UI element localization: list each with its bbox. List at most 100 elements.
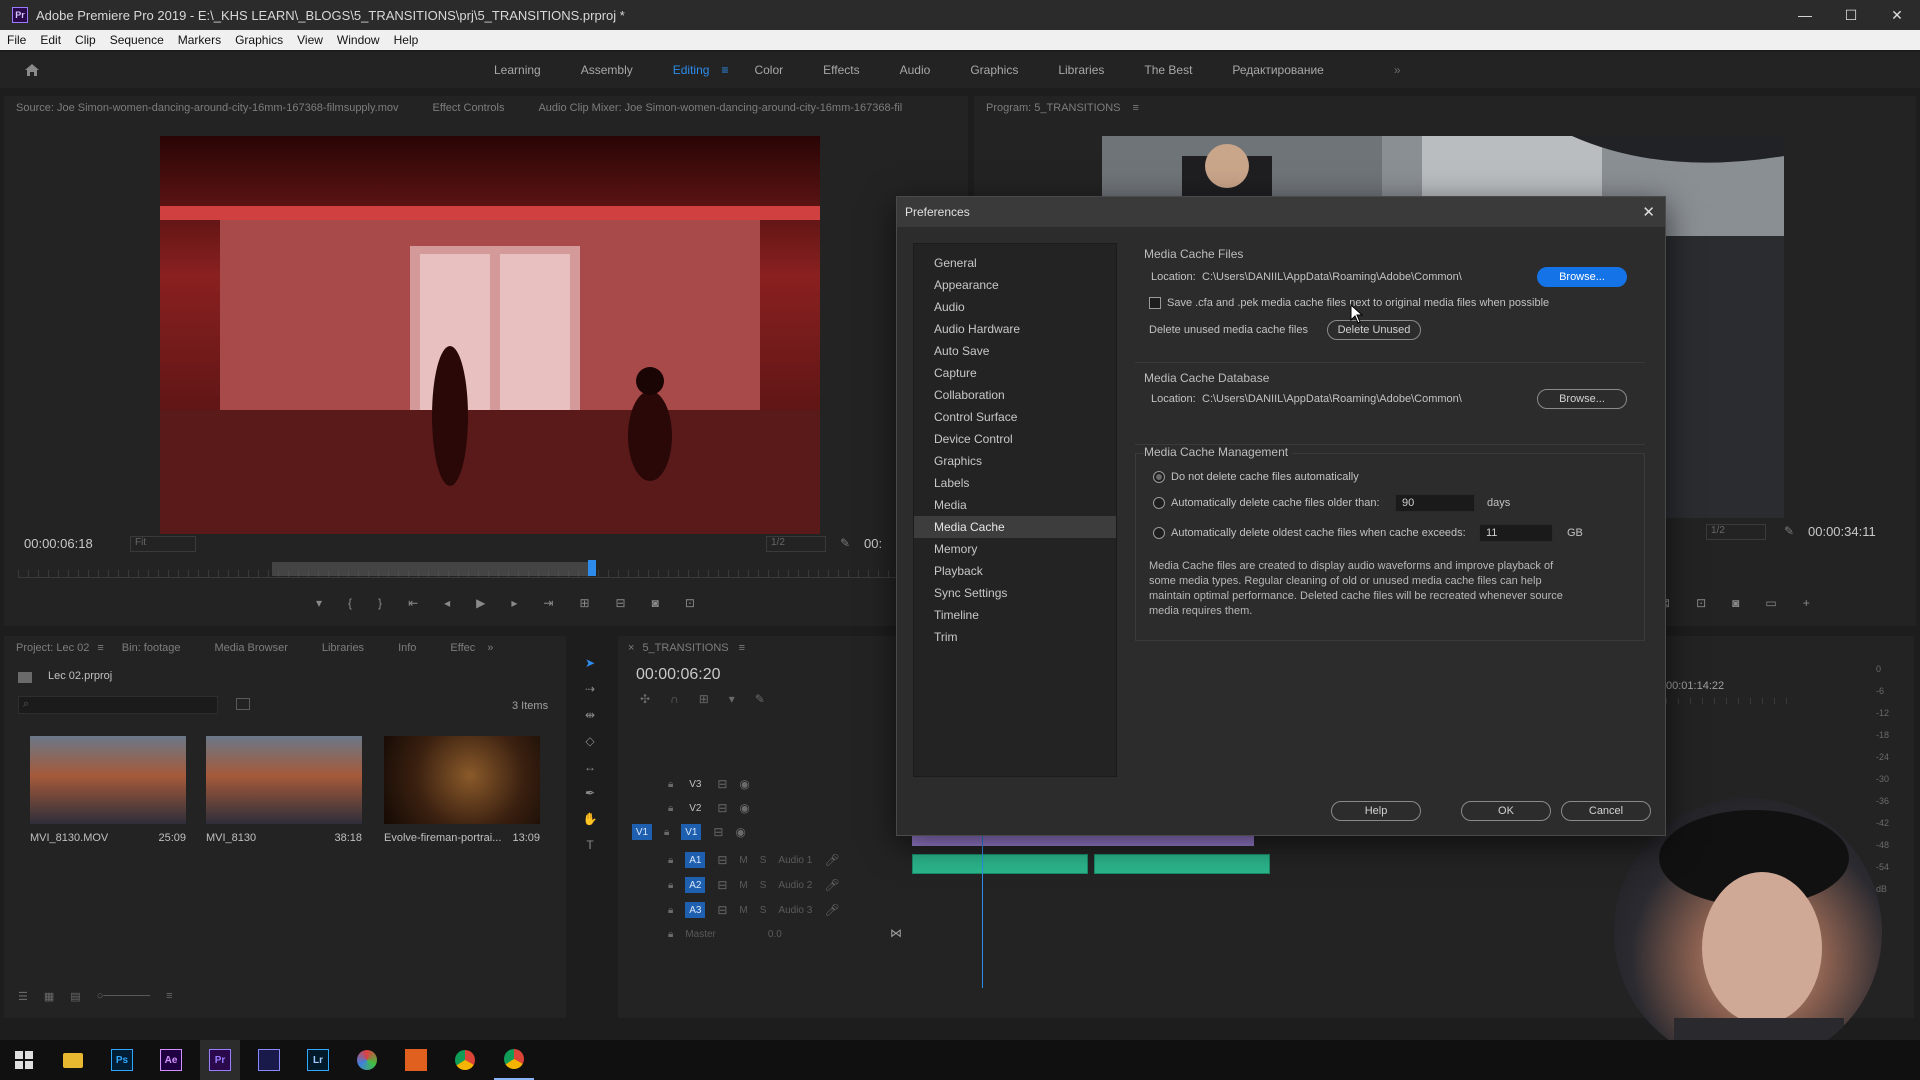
step-forward-icon[interactable]: ▸ [511, 596, 517, 610]
category-labels[interactable]: Labels [914, 472, 1116, 494]
radio-exceeds[interactable] [1153, 527, 1165, 539]
premiere-icon[interactable]: Pr [200, 1040, 240, 1080]
project-item[interactable]: MVI_8130.MOV 25:09 [30, 736, 186, 844]
minimize-button[interactable]: — [1782, 0, 1828, 30]
audio-clip[interactable] [912, 854, 1088, 874]
timeline-ruler[interactable] [1666, 698, 1796, 704]
media-encoder-icon[interactable] [249, 1040, 289, 1080]
list-view-icon[interactable]: ☰ [18, 990, 28, 1003]
tab-libraries[interactable]: Libraries [322, 642, 364, 654]
pen-tool-icon[interactable]: ✒ [585, 786, 595, 800]
workspace-the-best[interactable]: The Best [1144, 63, 1192, 77]
export-frame-program-icon[interactable]: ◙ [1732, 596, 1739, 610]
workspace-graphics[interactable]: Graphics [970, 63, 1018, 77]
lock-icon[interactable]: 🔒︎ [668, 803, 673, 814]
older-than-days-field[interactable]: 90 [1395, 494, 1475, 512]
track-a3[interactable]: 🔒︎ A3 ⊟ M S Audio 3 🎤︎ [668, 898, 840, 922]
export-frame-icon[interactable]: ◙ [652, 596, 659, 610]
tab-source[interactable]: Source: Joe Simon-women-dancing-around-c… [16, 102, 399, 114]
add-marker-icon[interactable]: ▾ [316, 596, 322, 610]
timeline-timecode[interactable]: 00:00:06:20 [636, 666, 721, 684]
mute-icon[interactable]: M [739, 880, 747, 891]
workspace-effects[interactable]: Effects [823, 63, 859, 77]
source-playhead[interactable] [588, 560, 596, 576]
microphone-icon[interactable]: 🎤︎ [824, 878, 839, 892]
comparison-view-icon[interactable]: ▭ [1765, 596, 1776, 610]
category-control-surface[interactable]: Control Surface [914, 406, 1116, 428]
sort-icons-icon[interactable]: ≡ [166, 990, 172, 1003]
category-audio-hardware[interactable]: Audio Hardware [914, 318, 1116, 340]
go-to-end-icon[interactable]: ⋈ [890, 926, 902, 940]
workspace-editing[interactable]: Editing [673, 63, 710, 77]
project-item[interactable]: MVI_8130 38:18 [206, 736, 362, 844]
hand-tool-icon[interactable]: ✋ [583, 812, 598, 826]
eye-icon[interactable]: ◉ [735, 825, 745, 839]
nest-icon[interactable]: ✣ [640, 692, 650, 706]
cache-size-gb-field[interactable]: 11 [1479, 524, 1553, 542]
menu-edit[interactable]: Edit [33, 33, 68, 47]
go-to-out-icon[interactable]: ⇥ [543, 596, 553, 610]
razor-tool-icon[interactable]: ◇ [585, 734, 594, 748]
radio-no-delete[interactable] [1153, 471, 1165, 483]
mute-icon[interactable]: M [739, 905, 747, 916]
microphone-icon[interactable]: 🎤︎ [824, 853, 839, 867]
studio-app-icon[interactable] [396, 1040, 436, 1080]
lock-icon[interactable]: 🔒︎ [668, 855, 673, 866]
radio-older-than[interactable] [1153, 497, 1165, 509]
chrome-icon[interactable] [494, 1040, 534, 1080]
sync-lock-icon[interactable]: ⊟ [717, 801, 727, 815]
menu-sequence[interactable]: Sequence [103, 33, 171, 47]
tab-effect-controls[interactable]: Effect Controls [433, 102, 505, 114]
tab-media-browser[interactable]: Media Browser [215, 642, 288, 654]
ripple-edit-tool-icon[interactable]: ⇹ [585, 708, 595, 722]
project-item[interactable]: Evolve-fireman-portrai... 13:09 [384, 736, 540, 844]
workspace-audio[interactable]: Audio [900, 63, 931, 77]
program-resolution-dropdown[interactable]: 1/2 [1706, 524, 1766, 540]
windows-start-icon[interactable] [4, 1040, 44, 1080]
sync-lock-icon[interactable]: ⊟ [717, 777, 727, 791]
category-device-control[interactable]: Device Control [914, 428, 1116, 450]
browse-cache-database-button[interactable]: Browse... [1537, 389, 1627, 409]
menu-markers[interactable]: Markers [171, 33, 228, 47]
icon-view-icon[interactable]: ▦ [44, 990, 54, 1003]
menu-help[interactable]: Help [387, 33, 426, 47]
menu-graphics[interactable]: Graphics [228, 33, 290, 47]
close-window-button[interactable]: ✕ [1874, 0, 1920, 30]
category-general[interactable]: General [914, 252, 1116, 274]
file-explorer-icon[interactable] [53, 1040, 93, 1080]
track-a1[interactable]: 🔒︎ A1 ⊟ M S Audio 1 🎤︎ [668, 848, 840, 872]
browse-cache-files-button[interactable]: Browse... [1537, 267, 1627, 287]
panel-overflow-icon[interactable]: » [487, 642, 493, 654]
zoom-slider[interactable]: ○────── [97, 990, 150, 1003]
solo-icon[interactable]: S [760, 855, 767, 866]
cancel-button[interactable]: Cancel [1561, 801, 1651, 821]
go-to-in-icon[interactable]: ⇤ [408, 596, 418, 610]
track-v3[interactable]: 🔒︎ V3 ⊟ ◉ [668, 772, 750, 796]
menu-clip[interactable]: Clip [68, 33, 103, 47]
category-playback[interactable]: Playback [914, 560, 1116, 582]
track-label[interactable]: A3 [685, 902, 706, 918]
mute-icon[interactable]: M [739, 855, 747, 866]
sync-lock-icon[interactable]: ⊟ [717, 878, 727, 892]
tab-bin-footage[interactable]: Bin: footage [122, 642, 181, 654]
source-resolution-dropdown[interactable]: 1/2 [766, 536, 826, 552]
timeline-playhead[interactable] [982, 834, 983, 988]
lock-icon[interactable]: 🔒︎ [664, 827, 669, 838]
menu-view[interactable]: View [290, 33, 330, 47]
category-audio[interactable]: Audio [914, 296, 1116, 318]
track-v1[interactable]: V1 🔒︎ V1 ⊟ ◉ [632, 820, 746, 844]
overwrite-icon[interactable]: ⊟ [616, 596, 626, 610]
insert-icon[interactable]: ⊞ [579, 596, 589, 610]
audio-clip[interactable] [1094, 854, 1270, 874]
category-graphics[interactable]: Graphics [914, 450, 1116, 472]
menu-file[interactable]: File [0, 33, 33, 47]
track-label[interactable]: A1 [685, 852, 706, 868]
category-memory[interactable]: Memory [914, 538, 1116, 560]
mark-out-icon[interactable]: } [378, 596, 382, 610]
freeform-view-icon[interactable]: ▤ [70, 990, 80, 1003]
track-v2[interactable]: 🔒︎ V2 ⊟ ◉ [668, 796, 750, 820]
master-value[interactable]: 0.0 [768, 929, 782, 940]
delete-unused-button[interactable]: Delete Unused [1327, 320, 1421, 340]
selection-tool-icon[interactable]: ➤ [585, 656, 595, 670]
workspaces-overflow-icon[interactable]: » [1394, 63, 1401, 77]
